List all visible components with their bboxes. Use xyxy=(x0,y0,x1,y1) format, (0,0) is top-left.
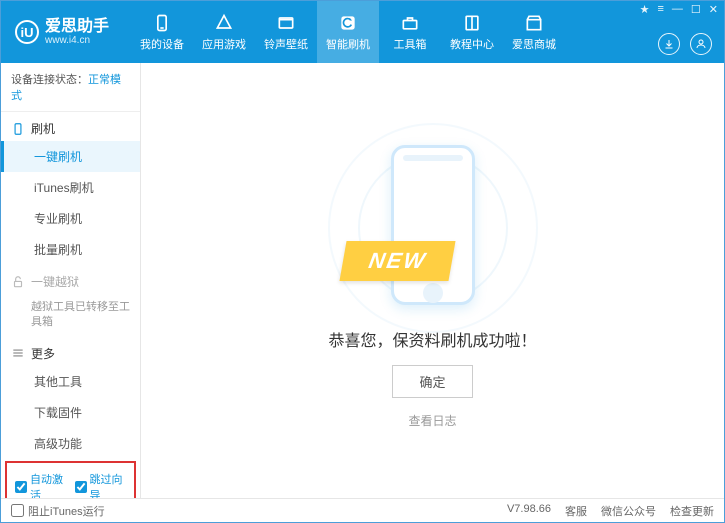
checkbox-label: 自动激活 xyxy=(30,471,67,498)
lock-icon xyxy=(11,275,25,289)
header-right-buttons xyxy=(658,33,712,55)
nav-my-device[interactable]: 我的设备 xyxy=(131,1,193,63)
illustration: NEW xyxy=(313,133,553,313)
nav-label: 智能刷机 xyxy=(326,36,370,52)
phone-home xyxy=(423,283,443,303)
sidebar-item-oneclick-flash[interactable]: 一键刷机 xyxy=(1,141,140,172)
nav-tutorial-center[interactable]: 教程中心 xyxy=(441,1,503,63)
body: 设备连接状态：正常模式 刷机 一键刷机 iTunes刷机 专业刷机 批量刷机 一… xyxy=(1,63,724,498)
close-button[interactable]: ✕ xyxy=(709,3,718,16)
logo-icon: iU xyxy=(15,20,39,44)
version-label: V7.98.66 xyxy=(507,503,551,519)
sidebar-item-other-tools[interactable]: 其他工具 xyxy=(1,366,140,397)
phone-icon xyxy=(11,122,25,136)
toolbox-icon xyxy=(400,13,420,33)
auto-activate-input[interactable] xyxy=(15,481,27,493)
sidebar-item-batch-flash[interactable]: 批量刷机 xyxy=(1,234,140,265)
view-log-link[interactable]: 查看日志 xyxy=(408,412,456,429)
sidebar-section-flash[interactable]: 刷机 xyxy=(1,112,140,141)
user-icon xyxy=(695,38,707,50)
footer-right: V7.98.66 客服 微信公众号 检查更新 xyxy=(507,503,714,519)
device-state-bar: 设备连接状态：正常模式 xyxy=(1,63,140,112)
section-label: 一键越狱 xyxy=(31,273,79,290)
main-content: NEW 恭喜您，保资料刷机成功啦！ 确定 查看日志 xyxy=(141,63,724,498)
nav-store[interactable]: 爱思商城 xyxy=(503,1,565,63)
book-icon xyxy=(462,13,482,33)
app-window: iU 爱思助手 www.i4.cn 我的设备 应用游戏 铃声壁纸 智能刷机 xyxy=(0,0,725,523)
nav-label: 我的设备 xyxy=(140,36,184,52)
app-name: 爱思助手 xyxy=(45,18,109,36)
jailbreak-note: 越狱工具已转移至工具箱 xyxy=(1,294,140,337)
menu-icon xyxy=(11,346,25,360)
phone-notch xyxy=(403,155,463,161)
minimize-button[interactable]: — xyxy=(672,3,683,16)
block-itunes-input[interactable] xyxy=(11,504,24,517)
window-controls: ★ ≡ — ☐ ✕ xyxy=(640,3,718,16)
sidebar-item-advanced[interactable]: 高级功能 xyxy=(1,428,140,459)
wechat-link[interactable]: 微信公众号 xyxy=(601,503,656,519)
sidebar-item-download-firmware[interactable]: 下载固件 xyxy=(1,397,140,428)
maximize-button[interactable]: ☐ xyxy=(691,3,701,16)
flash-options: 自动激活 跳过向导 xyxy=(5,461,136,498)
nav-label: 应用游戏 xyxy=(202,36,246,52)
section-label: 刷机 xyxy=(31,120,55,137)
sidebar-item-pro-flash[interactable]: 专业刷机 xyxy=(1,203,140,234)
header: iU 爱思助手 www.i4.cn 我的设备 应用游戏 铃声壁纸 智能刷机 xyxy=(1,1,724,63)
app-url: www.i4.cn xyxy=(45,35,109,46)
download-button[interactable] xyxy=(658,33,680,55)
apps-icon xyxy=(214,13,234,33)
main-nav: 我的设备 应用游戏 铃声壁纸 智能刷机 工具箱 教程中心 xyxy=(131,1,565,63)
block-itunes-checkbox[interactable]: 阻止iTunes运行 xyxy=(11,503,105,519)
auto-activate-checkbox[interactable]: 自动激活 xyxy=(15,471,67,498)
logo-area: iU 爱思助手 www.i4.cn xyxy=(1,1,123,63)
sidebar-section-more[interactable]: 更多 xyxy=(1,337,140,366)
nav-toolbox[interactable]: 工具箱 xyxy=(379,1,441,63)
sidebar: 设备连接状态：正常模式 刷机 一键刷机 iTunes刷机 专业刷机 批量刷机 一… xyxy=(1,63,141,498)
support-link[interactable]: 客服 xyxy=(565,503,587,519)
favorite-button[interactable]: ★ xyxy=(640,3,650,16)
new-banner: NEW xyxy=(339,241,455,281)
check-update-link[interactable]: 检查更新 xyxy=(670,503,714,519)
nav-ringtone-wallpaper[interactable]: 铃声壁纸 xyxy=(255,1,317,63)
logo-text-group: 爱思助手 www.i4.cn xyxy=(45,18,109,47)
nav-smart-flash[interactable]: 智能刷机 xyxy=(317,1,379,63)
footer: 阻止iTunes运行 V7.98.66 客服 微信公众号 检查更新 xyxy=(1,498,724,522)
checkbox-label: 阻止iTunes运行 xyxy=(28,503,105,519)
flash-icon xyxy=(338,13,358,33)
skip-guide-input[interactable] xyxy=(75,481,87,493)
user-button[interactable] xyxy=(690,33,712,55)
sidebar-item-itunes-flash[interactable]: iTunes刷机 xyxy=(1,172,140,203)
store-icon xyxy=(524,13,544,33)
state-label: 设备连接状态： xyxy=(11,74,88,86)
phone-icon xyxy=(152,13,172,33)
section-label: 更多 xyxy=(31,345,55,362)
nav-apps-games[interactable]: 应用游戏 xyxy=(193,1,255,63)
nav-label: 教程中心 xyxy=(450,36,494,52)
sidebar-section-jailbreak[interactable]: 一键越狱 xyxy=(1,265,140,294)
nav-label: 爱思商城 xyxy=(512,36,556,52)
ok-button[interactable]: 确定 xyxy=(392,365,472,398)
download-icon xyxy=(663,38,675,50)
menu-button[interactable]: ≡ xyxy=(657,3,663,16)
skip-guide-checkbox[interactable]: 跳过向导 xyxy=(75,471,127,498)
checkbox-label: 跳过向导 xyxy=(90,471,127,498)
nav-label: 工具箱 xyxy=(394,36,427,52)
nav-label: 铃声壁纸 xyxy=(264,36,308,52)
folder-icon xyxy=(276,13,296,33)
